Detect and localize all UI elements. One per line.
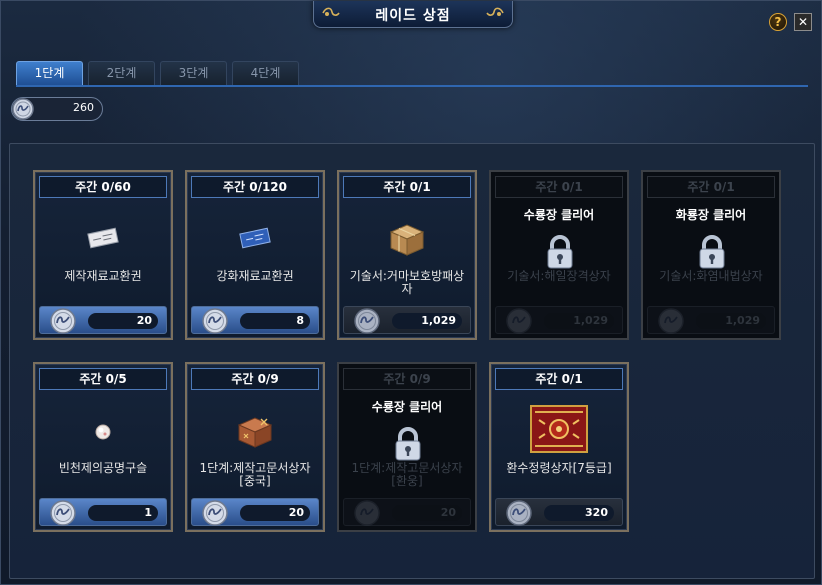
tab-tier-1[interactable]: 1단계 [16, 61, 83, 85]
item-name: 1단계:제작고문서상자[중국] [199, 461, 311, 488]
raid-coin-icon [202, 308, 228, 334]
price-bar[interactable]: 320 [495, 498, 623, 526]
lock-icon [699, 235, 725, 269]
unlock-requirement: 수룡장 클리어 [523, 208, 595, 222]
unlock-requirement: 수룡장 클리어 [371, 400, 443, 414]
item-price: 20 [392, 505, 462, 521]
item-name: 기술서:화염내법상자 [659, 269, 763, 283]
ticket-icon [87, 227, 119, 249]
help-button[interactable]: ? [769, 13, 787, 31]
shop-item-card[interactable]: 주간 0/5 빈천제의공명구슬 1 [33, 362, 173, 532]
shop-item-card[interactable]: 주간 0/1 환수정령상자[7등급] 320 [489, 362, 629, 532]
raid-coin-icon [12, 98, 34, 120]
raid-shop-window: 레이드 상점 ? ✕ 1단계 2단계 3단계 4단계 260 주간 0/60 제… [0, 0, 822, 585]
lock-icon [395, 427, 421, 461]
weekly-limit: 주간 0/60 [39, 176, 167, 198]
price-bar: 20 [343, 498, 471, 526]
item-name: 빈천제의공명구슬 [58, 461, 148, 475]
item-price: 20 [88, 313, 158, 329]
shop-item-card-locked: 주간 0/1 수룡장 클리어 기술서:해일장격상자 1,029 [489, 170, 629, 340]
item-price: 1,029 [544, 313, 614, 329]
price-bar[interactable]: 1,029 [343, 306, 471, 334]
orb-icon [95, 424, 111, 440]
item-price: 320 [544, 505, 614, 521]
weekly-limit: 주간 0/1 [495, 176, 623, 198]
shop-item-card[interactable]: 주간 0/120 강화재료교환권 8 [185, 170, 325, 340]
tab-underline [16, 85, 808, 87]
price-bar: 1,029 [495, 306, 623, 334]
box-icon [389, 224, 425, 256]
unlock-requirement: 화룡장 클리어 [675, 208, 747, 222]
tab-tier-4[interactable]: 4단계 [232, 61, 299, 85]
price-bar[interactable]: 8 [191, 306, 319, 334]
shop-item-card[interactable]: 주간 0/9 1단계:제작고문서상자[중국] 20 [185, 362, 325, 532]
item-name: 기술서:해일장격상자 [507, 269, 611, 283]
chest-icon [237, 417, 273, 448]
item-name: 강화재료교환권 [216, 269, 294, 283]
weekly-limit: 주간 0/1 [495, 368, 623, 390]
item-name: 기술서:거마보호방패상자 [349, 269, 465, 296]
item-price: 8 [240, 313, 310, 329]
weekly-limit: 주간 0/120 [191, 176, 319, 198]
raid-coin-icon [506, 308, 532, 334]
price-bar[interactable]: 20 [39, 306, 167, 334]
ornament-right-icon [486, 7, 504, 16]
shop-item-card[interactable]: 주간 0/60 제작재료교환권 20 [33, 170, 173, 340]
weekly-limit: 주간 0/9 [191, 368, 319, 390]
shop-item-card[interactable]: 주간 0/1 기술서:거마보호방패상자 1,029 [337, 170, 477, 340]
weekly-limit: 주간 0/1 [647, 176, 775, 198]
item-price: 1,029 [696, 313, 766, 329]
close-button[interactable]: ✕ [794, 13, 812, 31]
price-bar[interactable]: 1 [39, 498, 167, 526]
raid-coin-icon [50, 500, 76, 526]
item-name: 1단계:제작고문서상자[환웅] [351, 461, 463, 488]
currency-balance: 260 [11, 97, 103, 121]
blue-ticket-icon [239, 227, 271, 249]
window-title: 레이드 상점 [375, 8, 451, 24]
item-name: 환수정령상자[7등급] [506, 461, 612, 475]
weekly-limit: 주간 0/9 [343, 368, 471, 390]
raid-coin-icon [506, 500, 532, 526]
shop-item-card-locked: 주간 0/9 수룡장 클리어 1단계:제작고문서상자[환웅] 20 [337, 362, 477, 532]
weekly-limit: 주간 0/5 [39, 368, 167, 390]
price-bar[interactable]: 20 [191, 498, 319, 526]
item-name: 제작재료교환권 [64, 269, 142, 283]
raid-coin-icon [354, 308, 380, 334]
shop-item-card-locked: 주간 0/1 화룡장 클리어 기술서:화염내법상자 1,029 [641, 170, 781, 340]
item-price: 1 [88, 505, 158, 521]
tab-tier-3[interactable]: 3단계 [160, 61, 227, 85]
lock-icon [547, 235, 573, 269]
raid-coin-icon [658, 308, 684, 334]
weekly-limit: 주간 0/1 [343, 176, 471, 198]
item-price: 1,029 [392, 313, 462, 329]
raid-coin-icon [202, 500, 228, 526]
price-bar: 1,029 [647, 306, 775, 334]
title-plate: 레이드 상점 [313, 1, 513, 28]
raid-coin-icon [50, 308, 76, 334]
spirit-box-icon [530, 405, 588, 453]
balance-value: 260 [73, 101, 94, 114]
raid-coin-icon [354, 500, 380, 526]
item-price: 20 [240, 505, 310, 521]
tab-tier-2[interactable]: 2단계 [88, 61, 155, 85]
